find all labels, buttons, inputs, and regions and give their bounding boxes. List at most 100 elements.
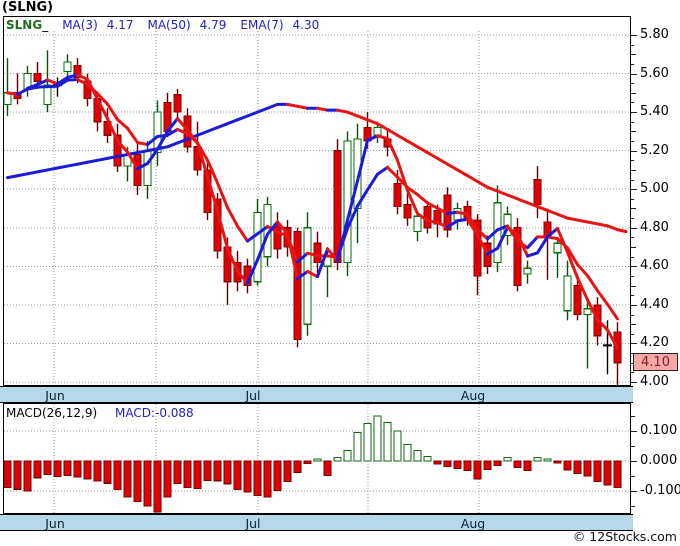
ma50-line [546,208,559,216]
price-axis: 5.80 5.60 5.40 5.20 5.00 4.80 4.60 4.40 4.20 4.00 [631,17,680,389]
candle-up [413,215,422,233]
macd-bar-negative [473,460,482,480]
macd-bar-negative [73,460,82,478]
ema7-line [136,141,149,147]
ema7-line [236,224,249,243]
macd-plot [3,404,630,513]
candle-up [583,308,592,316]
ma50-line [616,228,628,234]
macd-bar-negative [3,460,12,488]
macd-bar-positive [403,443,412,462]
ma50-line [516,197,529,205]
macd-bar-negative [293,460,302,473]
ma50-line [106,154,119,160]
ma50-line [236,114,249,122]
candle-down [173,94,182,113]
ma50-line [66,162,79,168]
ma50-line [366,118,379,126]
ma3-line [46,78,59,86]
ema7-line [66,77,79,82]
macd-axis-label: -0.100 [640,483,680,498]
legend-ma3-label: MA(3) [62,18,98,32]
axis-tick [631,64,634,65]
macd-bar-negative [593,460,602,482]
axis-tick [631,276,634,277]
macd-bar-negative [203,460,212,482]
ma50-line [606,224,619,232]
candle-down [273,223,282,250]
price-plot [3,31,630,386]
ma50-line [196,129,209,137]
macd-bar-negative [283,460,292,482]
axis-tick [631,334,634,335]
axis-tick [631,431,637,432]
axis-tick [631,151,637,152]
ma50-line [56,164,69,170]
candle-up [143,150,152,186]
ma50-line [36,168,49,174]
month-label-jul: Jul [245,516,261,531]
price-chart-panel [3,16,631,386]
last-price-badge: 4.10 [633,353,678,371]
candle-up [63,61,72,73]
ma50-line [216,122,229,130]
price-axis-label: 5.80 [640,27,669,42]
price-chart-legend: SLNG_ MA(3) 4.17 MA(50) 4.79 EMA(7) 4.30 [6,18,319,32]
axis-tick [631,122,634,123]
price-axis-label: 4.00 [640,374,669,389]
month-label-aug: Aug [460,516,486,531]
candle-down [293,231,302,341]
ma3-line [386,136,399,162]
ma50-line [296,104,309,110]
price-axis-label: 4.40 [640,296,669,312]
ma3-line [426,219,439,225]
axis-tick [631,112,637,113]
ma50-line [426,151,439,160]
macd-bar-negative [13,460,22,490]
ma50-line [566,216,579,222]
ema7-line [596,289,609,306]
ma50-line [336,108,349,114]
axis-tick [631,315,634,316]
ticker-title: (SLNG) [2,0,54,15]
legend-line-mark: _ [42,18,49,32]
ma50-line [96,156,109,162]
axis-tick [631,218,634,219]
ma50-line [136,149,149,155]
copyright-watermark: © 12Stocks.com [572,529,677,544]
ema7-line [376,165,389,176]
macd-current-value: MACD:-0.088 [114,406,194,420]
axis-tick [631,372,634,373]
candle-up [553,242,562,254]
macd-bar-negative [603,460,612,486]
axis-tick [631,170,636,171]
macd-bar-positive [423,455,432,462]
ma50-line [556,212,569,220]
macd-bar-negative [63,460,72,476]
ma3-line [376,134,389,140]
price-axis-label: 5.20 [640,142,669,158]
macd-bar-negative [143,460,152,507]
macd-bar-negative [183,460,192,488]
ma50-line [386,127,399,137]
axis-tick [631,237,634,238]
axis-tick [631,160,634,161]
candle-up [303,227,312,325]
axis-tick [631,189,637,190]
ema7-line [116,118,129,130]
ema7-line [386,165,399,179]
macd-bar-negative [133,460,142,503]
macd-bar-negative [453,460,462,470]
axis-tick [631,247,636,248]
candle-up [523,267,532,275]
ma50-line [486,185,499,193]
ma50-line [416,145,429,155]
axis-tick [631,199,634,200]
ma50-line [16,172,29,178]
ma50-line [116,153,129,158]
price-axis-label: 4.60 [640,258,669,274]
ma50-line [76,160,89,166]
ma50-line [166,141,179,149]
ema7-line [366,172,379,192]
ema7-line [226,206,239,228]
